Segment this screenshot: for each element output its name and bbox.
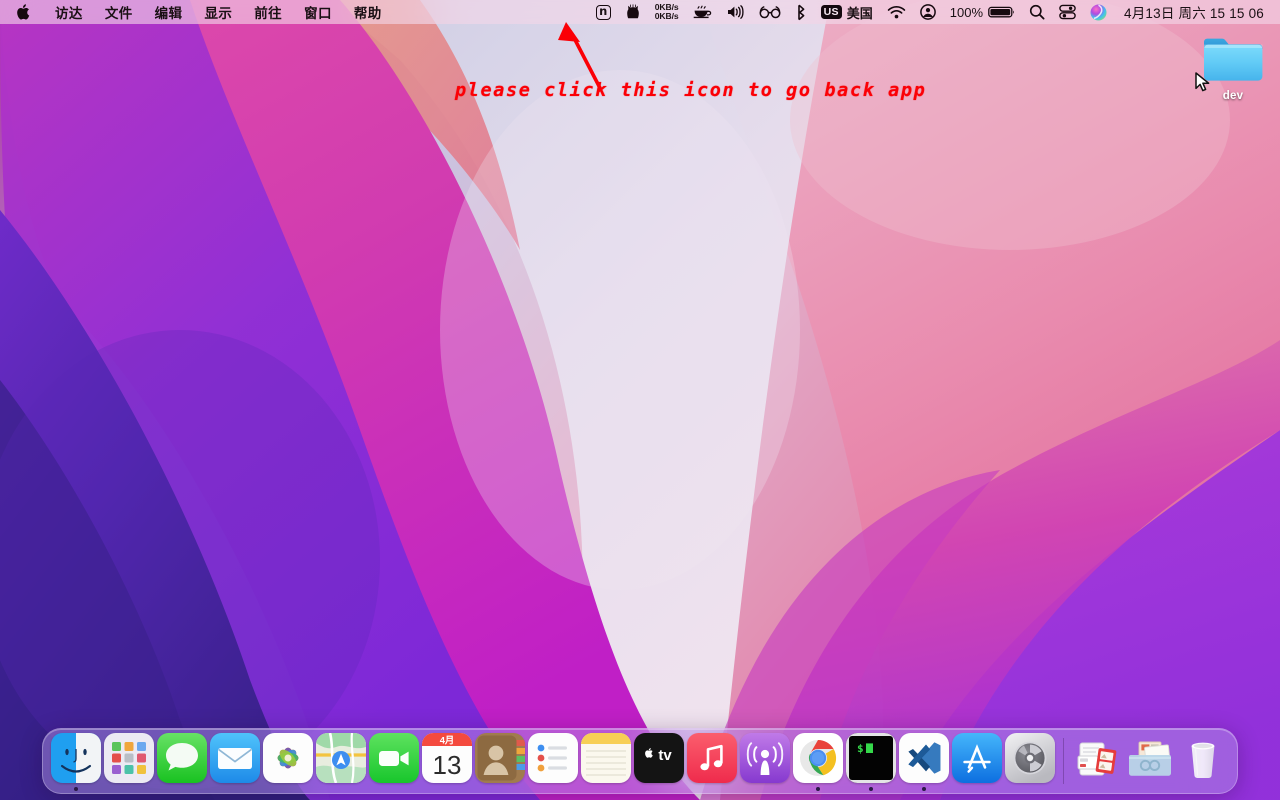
dock-item-messages[interactable] (156, 728, 209, 794)
terminal-prompt: $ (857, 742, 864, 755)
trash-icon (1178, 733, 1228, 783)
dock[interactable]: 4月 13 tv $ (42, 728, 1238, 794)
photos-icon (263, 733, 314, 783)
dock-item-appletv[interactable]: tv (632, 728, 685, 794)
spotlight-search-icon[interactable] (1022, 0, 1052, 24)
dock-item-calendar[interactable]: 4月 13 (421, 728, 474, 794)
system-preferences-icon (1004, 733, 1055, 783)
menu-item-window[interactable]: 窗口 (293, 0, 343, 24)
menu-item-edit[interactable]: 编辑 (144, 0, 194, 24)
chrome-icon (792, 733, 843, 783)
menu-bar[interactable]: 访达 文件 编辑 显示 前往 窗口 帮助 n 0KB/s 0KB/s US 美国… (0, 0, 1280, 24)
dock-item-contacts[interactable] (474, 728, 527, 794)
dock-item-photos[interactable] (262, 728, 315, 794)
dock-item-system-preferences[interactable] (1003, 728, 1056, 794)
music-icon (686, 733, 737, 783)
wifi-icon[interactable] (880, 0, 913, 24)
coffee-cup-icon[interactable] (686, 0, 719, 24)
dock-separator (1063, 738, 1064, 784)
keyboard-input-source[interactable]: US 美国 (814, 0, 880, 24)
keyboard-badge-us: US (820, 4, 842, 20)
vscode-icon (898, 733, 949, 783)
dock-item-music[interactable] (685, 728, 738, 794)
menu-bar-left: 访达 文件 编辑 显示 前往 窗口 帮助 (0, 0, 393, 24)
apple-logo-icon[interactable] (0, 4, 44, 20)
volume-icon[interactable] (719, 0, 752, 24)
desktop-icon-dev-folder[interactable]: dev (1191, 33, 1275, 102)
network-download-speed: 0KB/s (654, 11, 679, 21)
appstore-icon (951, 733, 1002, 783)
menu-item-go[interactable]: 前往 (243, 0, 293, 24)
dock-stack-documents[interactable] (1124, 728, 1177, 794)
network-speed-indicator[interactable]: 0KB/s 0KB/s (648, 0, 686, 24)
dock-item-chrome[interactable] (791, 728, 844, 794)
svg-text:tv: tv (658, 747, 672, 764)
documents-stack-icon (1125, 733, 1175, 783)
folder-icon (1195, 33, 1266, 92)
menu-bar-clock[interactable]: 4月13日 周六 15 15 06 (1114, 2, 1272, 22)
dock-item-launchpad[interactable] (103, 728, 156, 794)
dock-item-terminal[interactable]: $ (844, 728, 897, 794)
battery-percent-label: 100% (949, 4, 984, 20)
calendar-month: 4月 (440, 734, 455, 745)
bluetooth-icon[interactable] (788, 0, 814, 24)
dock-item-facetime[interactable] (368, 728, 421, 794)
dock-item-appstore[interactable] (950, 728, 1003, 794)
siri-icon[interactable] (1083, 0, 1114, 24)
istat-cat-icon[interactable] (618, 0, 648, 24)
podcasts-icon (739, 733, 790, 783)
dock-item-trash[interactable] (1177, 728, 1230, 794)
terminal-icon: $ (845, 733, 896, 783)
calendar-icon: 4月 13 (422, 733, 473, 783)
desktop-icon-area: dev (0, 0, 1280, 800)
battery-full-icon (988, 6, 1014, 18)
dock-item-mail[interactable] (209, 728, 262, 794)
maps-icon (316, 733, 367, 783)
dock-item-reminders[interactable] (527, 728, 580, 794)
launchpad-icon (104, 733, 155, 783)
running-indicator-dot (815, 787, 820, 791)
glasses-icon[interactable] (752, 0, 788, 24)
menu-item-file[interactable]: 文件 (94, 0, 144, 24)
dock-item-vscode[interactable] (897, 728, 950, 794)
notion-app-icon[interactable]: n (589, 0, 618, 24)
menu-item-finder[interactable]: 访达 (44, 0, 94, 24)
finder-icon (51, 733, 102, 783)
messages-icon (157, 733, 208, 783)
dock-item-maps[interactable] (315, 728, 368, 794)
mouse-pointer-arrow (1195, 72, 1210, 92)
mail-icon (210, 733, 261, 783)
contacts-icon (475, 733, 526, 783)
keyboard-label: 美国 (846, 5, 873, 21)
reminders-icon (528, 733, 579, 783)
dock-stack-downloads[interactable] (1071, 728, 1124, 794)
calendar-day: 13 (433, 750, 462, 780)
battery-status[interactable]: 100% (943, 0, 1022, 24)
facetime-icon (369, 733, 420, 783)
notes-icon (581, 733, 631, 783)
running-indicator-dot (921, 787, 926, 791)
running-indicator-dot (74, 787, 79, 791)
downloads-stack-icon (1072, 733, 1122, 783)
menu-bar-status-area: n 0KB/s 0KB/s US 美国 100% 4月13日 周六 15 15 … (589, 0, 1280, 24)
user-account-icon[interactable] (913, 0, 943, 24)
running-indicator-dot (868, 787, 873, 791)
appletv-icon: tv (633, 733, 684, 783)
dock-item-podcasts[interactable] (738, 728, 791, 794)
dock-item-finder[interactable] (50, 728, 103, 794)
menu-item-help[interactable]: 帮助 (343, 0, 393, 24)
menu-item-view[interactable]: 显示 (193, 0, 243, 24)
notion-n-glyph: n (595, 4, 611, 20)
control-center-icon[interactable] (1052, 0, 1083, 24)
dock-item-notes[interactable] (580, 728, 633, 794)
